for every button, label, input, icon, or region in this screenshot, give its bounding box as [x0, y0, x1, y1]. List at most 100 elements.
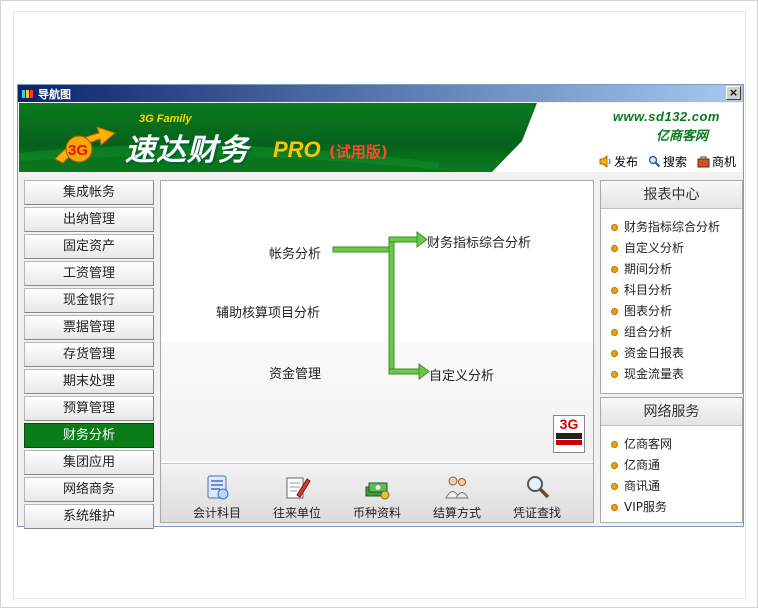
nav-item-group[interactable]: 集团应用 — [24, 450, 154, 475]
search-icon — [648, 155, 661, 168]
close-button[interactable]: × — [726, 86, 741, 100]
report-item[interactable]: 科目分析 — [611, 280, 742, 301]
right-panel: 报表中心 财务指标综合分析 自定义分析 期间分析 科目分析 图表分析 组合分析 … — [600, 180, 743, 523]
bullet-icon — [611, 462, 618, 469]
logo-3g-icon: 3G — [54, 126, 116, 164]
flow-custom-analysis[interactable]: 自定义分析 — [429, 365, 494, 384]
network-item-label: 亿商通 — [624, 458, 661, 472]
report-item[interactable]: 资金日报表 — [611, 343, 742, 364]
bullet-icon — [611, 266, 618, 273]
toolbar-accounts-label: 会计科目 — [192, 506, 241, 520]
toolbar-voucher-search-label: 凭证查找 — [512, 506, 561, 520]
report-item[interactable]: 自定义分析 — [611, 238, 742, 259]
report-item[interactable]: 期间分析 — [611, 259, 742, 280]
briefcase-icon — [697, 156, 710, 168]
magnifier-icon — [527, 476, 550, 499]
network-item[interactable]: VIP服务 — [611, 497, 742, 518]
bullet-icon — [611, 308, 618, 315]
report-item-label: 组合分析 — [624, 325, 673, 339]
nav-item-integrated-accounts[interactable]: 集成帐务 — [24, 180, 154, 205]
network-item-label: 亿商客网 — [624, 437, 673, 451]
brand-banner: 3G 3G Family 速达财务 PRO (试用版) www.sd132.co… — [19, 103, 742, 172]
toolbar-partners-label: 往来单位 — [272, 506, 321, 520]
toolbar-partners[interactable]: 往来单位 — [262, 464, 332, 522]
nav-item-financial-analysis[interactable]: 财务分析 — [24, 423, 154, 448]
report-item-label: 图表分析 — [624, 304, 673, 318]
nav-item-budget[interactable]: 预算管理 — [24, 396, 154, 421]
report-item[interactable]: 组合分析 — [611, 322, 742, 343]
bottom-toolbar: 会计科目 往来单位 币种资料 结算方式 凭证查找 — [161, 463, 593, 522]
nav-item-cash-bank[interactable]: 现金银行 — [24, 288, 154, 313]
nav-item-system[interactable]: 系统维护 — [24, 504, 154, 529]
report-item-label: 资金日报表 — [624, 346, 685, 360]
report-item-label: 财务指标综合分析 — [624, 220, 721, 234]
network-item[interactable]: 亿商通 — [611, 455, 742, 476]
nav-item-payroll[interactable]: 工资管理 — [24, 261, 154, 286]
toolbar-accounts[interactable]: 会计科目 — [182, 464, 252, 522]
bullet-icon — [611, 329, 618, 336]
network-item[interactable]: 亿商客网 — [611, 434, 742, 455]
search-label: 搜索 — [662, 155, 687, 169]
left-navigation: 集成帐务 出纳管理 固定资产 工资管理 现金银行 票据管理 存货管理 期末处理 … — [24, 180, 154, 529]
speaker-icon — [599, 155, 611, 168]
brand-seal: 3G — [553, 415, 585, 453]
toolbar-settlement-label: 结算方式 — [432, 506, 481, 520]
svg-text:3G: 3G — [68, 142, 88, 159]
network-service-box: 网络服务 亿商客网 亿商通 商讯通 VIP服务 — [600, 397, 743, 523]
window-title: 导航图 — [38, 87, 71, 101]
document-pen-icon — [286, 477, 311, 499]
network-service-title: 网络服务 — [601, 398, 742, 426]
report-list: 财务指标综合分析 自定义分析 期间分析 科目分析 图表分析 组合分析 资金日报表… — [601, 209, 742, 385]
flow-auxiliary-analysis[interactable]: 辅助核算项目分析 — [216, 302, 320, 321]
center-panel: 帐务分析 辅助核算项目分析 资金管理 财务指标综合分析 自定义分析 3G 会计科… — [160, 180, 594, 523]
app-icon — [22, 89, 34, 99]
toolbar-settlement[interactable]: 结算方式 — [422, 464, 492, 522]
site-url-link[interactable]: www.sd132.com — [613, 109, 720, 124]
report-item[interactable]: 财务指标综合分析 — [611, 217, 742, 238]
bullet-icon — [611, 245, 618, 252]
brand-pro: PRO — [273, 137, 321, 162]
money-stack-icon — [365, 482, 390, 500]
bullet-icon — [611, 504, 618, 511]
brand-name: 速达财务 — [125, 133, 249, 168]
report-item-label: 科目分析 — [624, 283, 673, 297]
page-frame: 导航图 × 3G 3G Family 速达财务 PRO (试用版) www.sd… — [0, 0, 758, 608]
nav-item-cashier[interactable]: 出纳管理 — [24, 207, 154, 232]
network-item-label: 商讯通 — [624, 479, 661, 493]
flow-indicator-analysis[interactable]: 财务指标综合分析 — [427, 232, 531, 251]
trial-label: (试用版) — [329, 143, 388, 161]
publish-label: 发布 — [613, 155, 638, 169]
business-label: 商机 — [711, 155, 736, 169]
flow-ledger-analysis[interactable]: 帐务分析 — [269, 243, 321, 262]
toolbar-currency-label: 币种资料 — [352, 506, 401, 520]
network-item[interactable]: 商讯通 — [611, 476, 742, 497]
nav-item-period-end[interactable]: 期末处理 — [24, 369, 154, 394]
nav-item-ecommerce[interactable]: 网络商务 — [24, 477, 154, 502]
business-link[interactable]: 商机 — [697, 153, 736, 170]
bullet-icon — [611, 287, 618, 294]
report-center-box: 报表中心 财务指标综合分析 自定义分析 期间分析 科目分析 图表分析 组合分析 … — [600, 180, 743, 394]
nav-item-inventory[interactable]: 存货管理 — [24, 342, 154, 367]
toolbar-currency[interactable]: 币种资料 — [342, 464, 412, 522]
flow-fund-management[interactable]: 资金管理 — [269, 363, 321, 382]
publish-link[interactable]: 发布 — [599, 153, 638, 170]
report-center-title: 报表中心 — [601, 181, 742, 209]
bullet-icon — [611, 371, 618, 378]
bullet-icon — [611, 350, 618, 357]
title-bar[interactable]: 导航图 × — [18, 85, 743, 102]
report-item-label: 期间分析 — [624, 262, 673, 276]
people-icon — [445, 476, 469, 499]
bullet-icon — [611, 441, 618, 448]
site-name-link[interactable]: 亿商客网 — [656, 125, 708, 144]
bullet-icon — [611, 483, 618, 490]
toolbar-voucher-search[interactable]: 凭证查找 — [502, 464, 572, 522]
nav-item-fixed-assets[interactable]: 固定资产 — [24, 234, 154, 259]
nav-item-bills[interactable]: 票据管理 — [24, 315, 154, 340]
report-item[interactable]: 图表分析 — [611, 301, 742, 322]
report-item[interactable]: 现金流量表 — [611, 364, 742, 385]
brand-subtitle: 3G Family — [139, 113, 192, 125]
flow-arrows — [332, 231, 430, 380]
seal-label: 3G — [559, 416, 579, 432]
search-link[interactable]: 搜索 — [648, 153, 687, 170]
account-book-icon — [207, 475, 229, 500]
